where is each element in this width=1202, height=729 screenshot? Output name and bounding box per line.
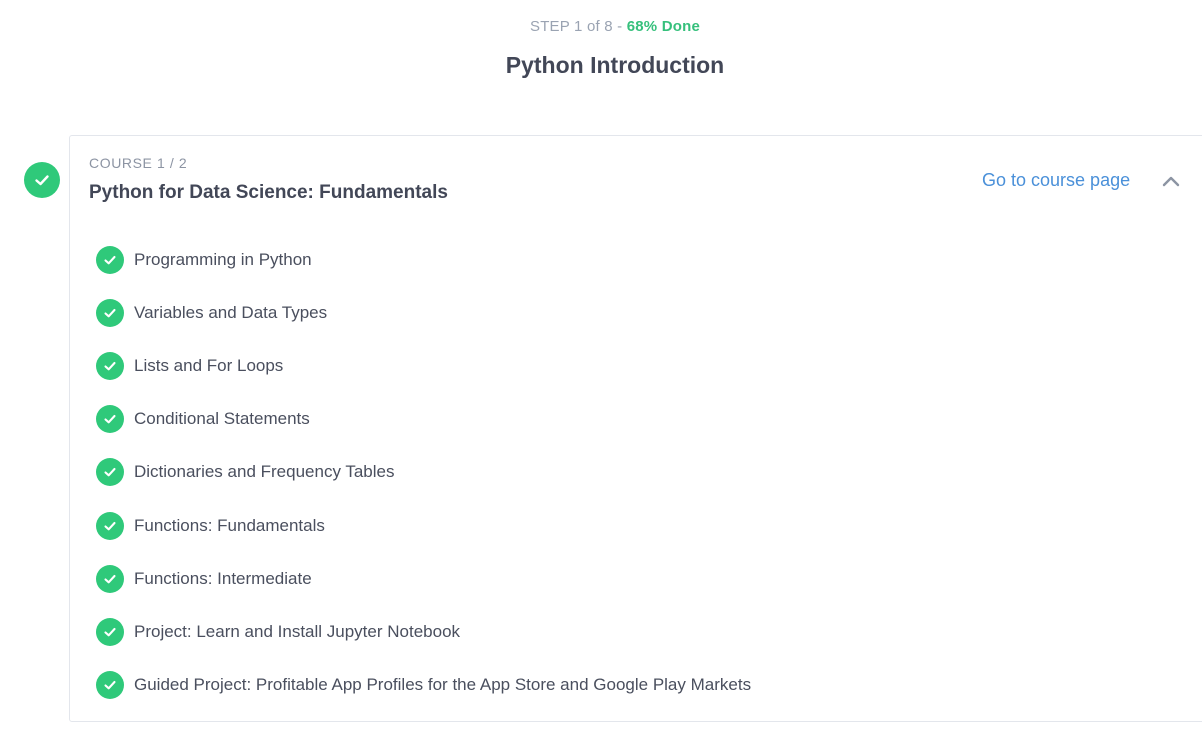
step-progress: STEP 1 of 8 - 68% Done bbox=[0, 18, 1202, 35]
collapse-button[interactable] bbox=[1158, 170, 1184, 192]
lesson-item[interactable]: Project: Learn and Install Jupyter Noteb… bbox=[96, 605, 751, 658]
lesson-item[interactable]: Dictionaries and Frequency Tables bbox=[96, 446, 751, 499]
check-circle-icon bbox=[96, 298, 124, 327]
check-circle-icon bbox=[96, 245, 124, 274]
check-circle-icon bbox=[96, 671, 124, 700]
lesson-list: Programming in Python Variables and Data… bbox=[96, 233, 751, 712]
check-circle-icon bbox=[96, 564, 124, 593]
course-complete-check-icon bbox=[24, 162, 60, 198]
lesson-label[interactable]: Functions: Intermediate bbox=[134, 569, 312, 589]
lesson-item[interactable]: Programming in Python bbox=[96, 233, 751, 286]
page-title: Python Introduction bbox=[505, 52, 725, 78]
course-title: Python for Data Science: Fundamentals bbox=[89, 182, 448, 203]
lesson-label[interactable]: Lists and For Loops bbox=[134, 356, 283, 376]
lesson-item[interactable]: Variables and Data Types bbox=[96, 286, 751, 339]
check-circle-icon bbox=[96, 405, 124, 434]
lesson-label[interactable]: Dictionaries and Frequency Tables bbox=[134, 462, 395, 482]
chevron-up-icon bbox=[1162, 176, 1180, 187]
go-to-course-link[interactable]: Go to course page bbox=[982, 170, 1130, 191]
course-number: COURSE 1 / 2 bbox=[89, 155, 188, 171]
step-indicator: STEP 1 of 8 - bbox=[529, 18, 627, 35]
progress-percent: 68% Done bbox=[626, 18, 701, 35]
check-circle-icon bbox=[96, 617, 124, 646]
lesson-item[interactable]: Guided Project: Profitable App Profiles … bbox=[96, 659, 751, 712]
lesson-label[interactable]: Variables and Data Types bbox=[134, 303, 327, 323]
lesson-item[interactable]: Functions: Fundamentals bbox=[96, 499, 751, 552]
lesson-item[interactable]: Lists and For Loops bbox=[96, 339, 751, 392]
lesson-label[interactable]: Functions: Fundamentals bbox=[134, 516, 325, 536]
check-circle-icon bbox=[96, 458, 124, 487]
check-circle-icon bbox=[96, 351, 124, 380]
lesson-label[interactable]: Guided Project: Profitable App Profiles … bbox=[134, 675, 751, 695]
check-circle-icon bbox=[96, 511, 124, 540]
lesson-label[interactable]: Programming in Python bbox=[134, 250, 312, 270]
course-card: COURSE 1 / 2 Python for Data Science: Fu… bbox=[69, 135, 1202, 722]
lesson-label[interactable]: Conditional Statements bbox=[134, 409, 310, 429]
lesson-label[interactable]: Project: Learn and Install Jupyter Noteb… bbox=[134, 622, 460, 642]
lesson-item[interactable]: Functions: Intermediate bbox=[96, 552, 751, 605]
lesson-item[interactable]: Conditional Statements bbox=[96, 393, 751, 446]
